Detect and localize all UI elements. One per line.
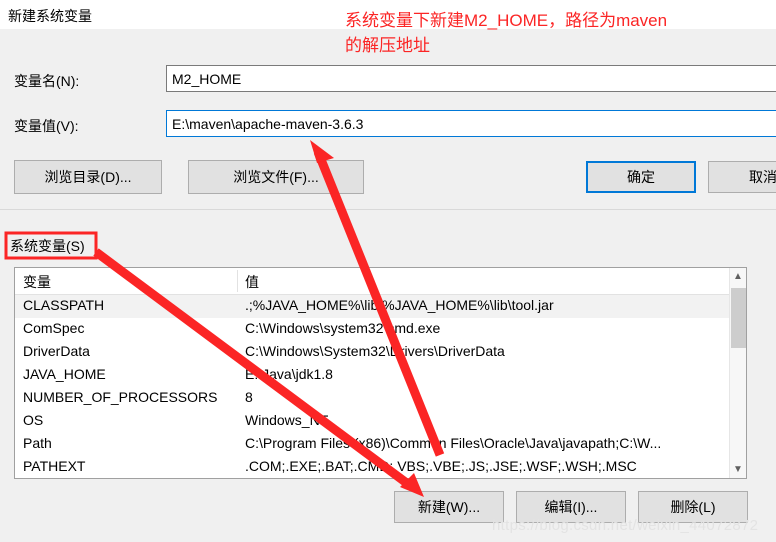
table-row[interactable]: OS Windows_NT [15, 410, 746, 433]
table-row[interactable]: PATHEXT .COM;.EXE;.BAT;.CMD;.VBS;.VBE;.J… [15, 456, 746, 478]
column-header-value[interactable]: 值 [245, 272, 259, 292]
dialog-title: 新建系统变量 [8, 8, 92, 24]
variable-name-label: 变量名(N): [14, 73, 80, 89]
table-row[interactable]: Path C:\Program Files (x86)\Common Files… [15, 433, 746, 456]
variable-value-input[interactable] [166, 110, 776, 137]
column-divider [237, 270, 238, 292]
table-row[interactable]: DriverData C:\Windows\System32\Drivers\D… [15, 341, 746, 364]
row-variable-name: NUMBER_OF_PROCESSORS [23, 389, 218, 405]
browse-directory-button[interactable]: 浏览目录(D)... [14, 160, 162, 194]
row-variable-name: ComSpec [23, 320, 85, 336]
row-variable-name: Path [23, 435, 52, 451]
table-row[interactable]: CLASSPATH .;%JAVA_HOME%\lib;%JAVA_HOME%\… [15, 295, 746, 318]
row-variable-value: C:\Program Files (x86)\Common Files\Orac… [245, 435, 662, 451]
row-variable-name: CLASSPATH [23, 297, 105, 313]
row-variable-value: .;%JAVA_HOME%\lib;%JAVA_HOME%\lib\tool.j… [245, 297, 554, 313]
new-variable-button[interactable]: 新建(W)... [394, 491, 504, 523]
row-variable-value: C:\Windows\system32\cmd.exe [245, 320, 441, 336]
row-variable-name: PATHEXT [23, 458, 86, 474]
list-rows: CLASSPATH .;%JAVA_HOME%\lib;%JAVA_HOME%\… [15, 295, 746, 478]
column-header-variable[interactable]: 变量 [23, 272, 51, 292]
variable-name-input[interactable] [166, 65, 776, 92]
table-row[interactable]: NUMBER_OF_PROCESSORS 8 [15, 387, 746, 410]
chevron-down-icon[interactable]: ▼ [730, 461, 746, 478]
variable-value-label: 变量值(V): [14, 118, 79, 134]
scrollbar-thumb[interactable] [731, 288, 746, 348]
ok-button[interactable]: 确定 [586, 161, 696, 193]
row-variable-value: C:\Windows\System32\Drivers\DriverData [245, 343, 505, 359]
row-variable-value: E:\Java\jdk1.8 [245, 366, 333, 382]
watermark: https://blog.csdn.net/weixin_44072872 [492, 517, 759, 534]
system-variables-group-label: 系统变量(S) [10, 238, 85, 254]
table-row[interactable]: ComSpec C:\Windows\system32\cmd.exe [15, 318, 746, 341]
row-variable-value: Windows_NT [245, 412, 329, 428]
row-variable-value: 8 [245, 389, 253, 405]
cancel-button[interactable]: 取消 [708, 161, 776, 193]
row-variable-value: .COM;.EXE;.BAT;.CMD;.VBS;.VBE;.JS;.JSE;.… [245, 458, 637, 474]
list-header: 变量 值 [15, 268, 746, 295]
chevron-up-icon[interactable]: ▲ [730, 268, 746, 285]
table-row[interactable]: JAVA_HOME E:\Java\jdk1.8 [15, 364, 746, 387]
list-scrollbar[interactable]: ▲ ▼ [729, 268, 746, 478]
row-variable-name: JAVA_HOME [23, 366, 106, 382]
environment-variables-window: 系统变量(S) 变量 值 CLASSPATH .;%JAVA_HOME%\lib… [0, 209, 776, 542]
row-variable-name: OS [23, 412, 44, 428]
system-variables-list[interactable]: 变量 值 CLASSPATH .;%JAVA_HOME%\lib;%JAVA_H… [14, 267, 747, 479]
new-system-variable-dialog: 新建系统变量 变量名(N): 变量值(V): 浏览目录(D)... 浏览文件(F… [0, 0, 776, 209]
browse-file-button[interactable]: 浏览文件(F)... [188, 160, 364, 194]
dialog-titlebar: 新建系统变量 [0, 0, 776, 29]
row-variable-name: DriverData [23, 343, 90, 359]
